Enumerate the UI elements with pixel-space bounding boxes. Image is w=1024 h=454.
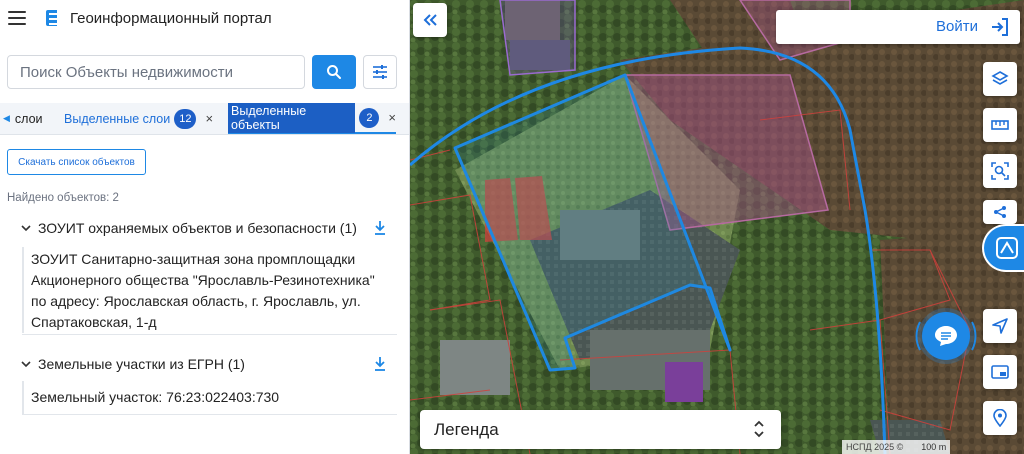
ruler-icon (991, 120, 1009, 130)
selected-objects-count-badge: 2 (359, 107, 380, 128)
share-button[interactable] (983, 200, 1017, 224)
chevron-up-down-icon (754, 420, 764, 438)
tab-selected-objects-label: Выделенные объекты (228, 102, 356, 133)
divider (22, 334, 397, 335)
legend-dropdown[interactable]: Легенда (420, 410, 781, 449)
navigate-icon (992, 318, 1008, 334)
search-icon (327, 65, 341, 79)
tab-selected-layers[interactable]: Выделенные слои 12 × (64, 103, 213, 134)
list-item[interactable]: Земельный участок: 76:23:022403:730 (31, 387, 391, 408)
share-icon (994, 206, 1006, 218)
filter-sliders-icon (373, 65, 387, 79)
top-bar: Геоинформационный портал (0, 0, 409, 38)
layers-button[interactable] (983, 62, 1017, 96)
filter-button[interactable] (363, 55, 397, 89)
selected-layers-count-badge: 12 (174, 108, 197, 129)
satellite-map[interactable] (410, 0, 1024, 454)
nspd-button[interactable] (982, 224, 1024, 272)
app-title: Геоинформационный портал (70, 10, 272, 27)
tab-selected-objects[interactable]: Выделенные объекты 2 × (228, 102, 396, 134)
close-selected-layers-button[interactable]: × (205, 111, 213, 126)
group-title: ЗОУИТ охраняемых объектов и безопасности… (38, 220, 357, 236)
chevron-down-icon (21, 361, 31, 368)
collapse-panel-button[interactable] (413, 3, 447, 37)
menu-icon[interactable] (8, 11, 26, 25)
download-icon[interactable] (373, 356, 387, 372)
location-pin-icon (993, 409, 1007, 427)
download-icon[interactable] (373, 220, 387, 236)
login-icon (992, 18, 1008, 36)
select-area-icon (991, 162, 1009, 180)
app: Геоинформационный портал ◀ слои (0, 0, 1024, 454)
tab-layers[interactable]: ◀ слои (0, 103, 43, 134)
chat-icon (935, 326, 957, 346)
tab-bar: ◀ слои Выделенные слои 12 × Выделенные о… (0, 102, 409, 135)
caret-left-icon: ◀ (3, 113, 10, 123)
group-title: Земельные участки из ЕГРН (1) (38, 356, 245, 372)
search-input[interactable] (7, 55, 305, 89)
nspd-logo-icon (996, 237, 1018, 259)
legend-label: Легенда (434, 420, 499, 439)
login-label: Войти (936, 18, 978, 35)
item-rule (22, 381, 24, 414)
list-item[interactable]: ЗОУИТ Санитарно-защитная зона промплощад… (31, 249, 391, 333)
login-button[interactable]: Войти (776, 10, 1020, 44)
close-selected-objects-button[interactable]: × (388, 110, 396, 125)
picture-in-picture-button[interactable] (983, 355, 1017, 389)
group-header-zouit[interactable]: ЗОУИТ охраняемых объектов и безопасности… (20, 217, 395, 239)
side-panel: Геоинформационный портал ◀ слои (0, 0, 410, 454)
chat-button[interactable] (922, 312, 970, 360)
portal-logo-icon (46, 10, 57, 26)
download-list-button[interactable]: Скачать список объектов (7, 149, 146, 175)
group-header-land-plots[interactable]: Земельные участки из ЕГРН (1) (20, 353, 395, 375)
map-view[interactable]: Войти Легенда НСПД 2025 © 100 m (410, 0, 1024, 454)
attribution-text: НСПД 2025 © (846, 442, 904, 452)
tab-selected-layers-label: Выделенные слои (64, 111, 171, 126)
item-rule (22, 247, 24, 333)
search-button[interactable] (312, 55, 356, 89)
map-attribution: НСПД 2025 © 100 m (842, 440, 951, 454)
found-count: Найдено объектов: 2 (7, 192, 119, 204)
divider (22, 414, 397, 415)
location-button[interactable] (983, 401, 1017, 435)
double-chevron-left-icon (423, 14, 437, 26)
picture-in-picture-icon (991, 365, 1009, 379)
select-area-button[interactable] (983, 154, 1017, 188)
scale-label: 100 m (921, 442, 947, 452)
measure-button[interactable] (983, 108, 1017, 142)
chevron-down-icon (21, 225, 31, 232)
layers-icon (991, 71, 1009, 85)
tab-layers-label: слои (14, 111, 43, 126)
navigate-button[interactable] (983, 309, 1017, 343)
